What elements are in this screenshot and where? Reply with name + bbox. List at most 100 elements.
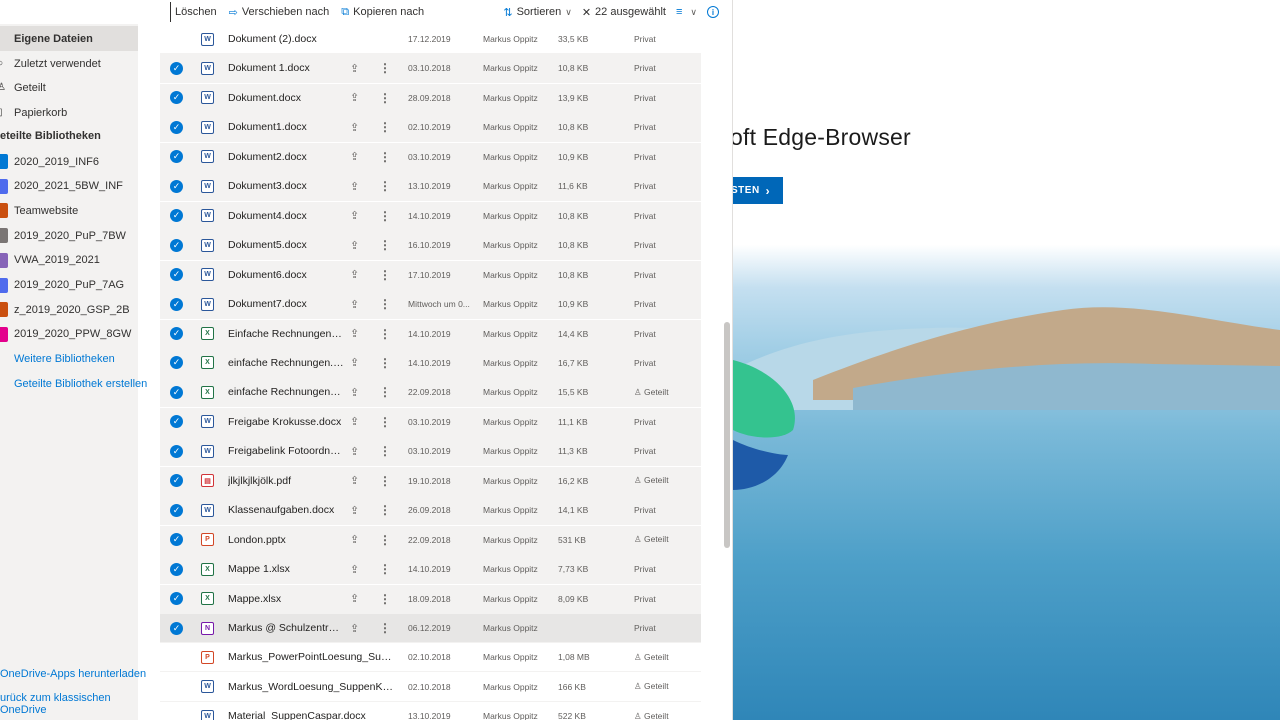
more-options-icon[interactable]: ⋮ <box>379 592 391 606</box>
checkmark-icon[interactable]: ✓ <box>170 621 183 635</box>
file-name[interactable]: Dokument6.docx <box>228 269 344 281</box>
more-options-icon[interactable]: ⋮ <box>379 268 391 282</box>
share-icon[interactable]: ⇪ <box>350 504 359 517</box>
checkmark-icon[interactable]: ✓ <box>170 327 183 340</box>
checkmark-icon[interactable]: ✓ <box>170 61 183 75</box>
checkmark-icon[interactable]: ✓ <box>170 179 183 193</box>
file-row[interactable]: ✓ W Freigabe Krokusse.docx ⇪ ⋮ 03.10.2019 Mark… <box>160 407 701 437</box>
sidebar-library-item[interactable]: 2020_2021_5BW_INF <box>0 174 138 199</box>
sidebar-library-item[interactable]: 2019_2020_PuP_7BW <box>0 223 138 248</box>
file-row[interactable]: ✓ W Dokument3.docx ⇪ ⋮ 13.10.2019 Markus Oppit… <box>160 172 701 202</box>
edge-cta-button[interactable]: STEN › <box>733 177 783 204</box>
checkmark-icon[interactable]: ✓ <box>170 415 183 429</box>
checkmark-icon[interactable]: ✓ <box>170 120 183 134</box>
sidebar-item-shared[interactable]: ♙ Geteilt <box>0 75 138 100</box>
file-name[interactable]: Freigabelink Fotoordner.... <box>228 445 344 457</box>
more-options-icon[interactable]: ⋮ <box>379 209 391 223</box>
checkmark-icon[interactable]: ✓ <box>170 209 183 223</box>
file-row[interactable]: ✓ X Mappe 1.xlsx ⇪ ⋮ 14.10.2019 Markus Oppitz 7… <box>160 555 701 585</box>
file-name[interactable]: jlkjlkjlkjölk.pdf <box>228 475 344 487</box>
scrollbar[interactable] <box>723 30 730 720</box>
file-row[interactable]: ✓ Xeinfache Rechnungen.xlsx ⇪ ⋮ 14.10.2019 Ma… <box>160 348 701 378</box>
file-row[interactable]: ✓ W Dokument1.docx ⇪ ⋮ 02.10.2019 Markus Oppit… <box>160 113 701 143</box>
file-name[interactable]: Dokument.docx <box>228 92 344 104</box>
share-icon[interactable]: ⇪ <box>350 327 359 340</box>
file-name[interactable]: Markus_PowerPointLoesung_Suppen... <box>228 651 393 663</box>
file-row[interactable]: ✓ W Dokument4.docx ⇪ ⋮ 14.10.2019 Markus Oppit… <box>160 201 701 231</box>
view-options-button[interactable]: ≡ ∨ <box>676 6 697 18</box>
file-row[interactable]: ✓ Xeinfache Rechnungen1.xlsx ⇪ ⋮ 22.09.2018 M… <box>160 378 701 408</box>
checkmark-icon[interactable]: ✓ <box>170 356 183 370</box>
more-options-icon[interactable]: ⋮ <box>379 238 391 252</box>
file-row[interactable]: ✓ W Dokument7.docx ⇪ ⋮ Mittwoch um 0... Markus… <box>160 290 701 320</box>
checkmark-icon[interactable]: ✓ <box>170 503 183 517</box>
file-row[interactable]: ✓ N Markus @ Schulzentrum... ⇪ ⋮ 06.12.2019 Ma… <box>160 614 701 643</box>
sidebar-library-item[interactable]: 2019_2020_PuP_7AG <box>0 273 138 298</box>
file-name[interactable]: London.pptx <box>228 534 344 546</box>
file-name[interactable]: Markus @ Schulzentrum... <box>228 622 344 634</box>
share-icon[interactable]: ⇪ <box>350 622 359 635</box>
move-to-button[interactable]: ⇨ Verschieben nach <box>229 6 330 19</box>
sidebar-library-item[interactable]: VWA_2019_2021 <box>0 248 138 273</box>
file-name[interactable]: Mappe 1.xlsx <box>228 563 344 575</box>
sidebar-library-item[interactable]: 2020_2019_INF6 <box>0 149 138 174</box>
file-name[interactable]: Klassenaufgaben.docx <box>228 504 344 516</box>
file-row[interactable]: ✓ X Einfache Rechnungen 5.x... ⇪ ⋮ 14.10.2019… <box>160 319 701 349</box>
back-to-classic-link[interactable]: urück zum klassischen <box>0 692 111 704</box>
checkmark-icon[interactable]: ✓ <box>170 592 183 606</box>
file-row[interactable]: ✓ W Dokument5.docx ⇪ ⋮ 16.10.2019 Markus Oppit… <box>160 231 701 261</box>
sidebar-item-recycle-bin[interactable]: ▯ Papierkorb <box>0 100 138 125</box>
file-row[interactable]: ✓ P London.pptx ⇪ ⋮ 22.09.2018 Markus Oppitz 53… <box>160 525 701 555</box>
file-row[interactable]: W Markus_WordLoesung_SuppenKaspa... 02.10.… <box>160 673 701 702</box>
share-icon[interactable]: ⇪ <box>350 239 359 252</box>
file-name[interactable]: Dokument5.docx <box>228 239 344 251</box>
checkmark-icon[interactable]: ✓ <box>170 533 183 547</box>
sidebar-item-my-files[interactable]: Eigene Dateien <box>0 26 138 51</box>
share-icon[interactable]: ⇪ <box>350 298 359 311</box>
share-icon[interactable]: ⇪ <box>350 445 359 458</box>
get-apps-link[interactable]: OneDrive-Apps herunterladen <box>0 668 146 680</box>
share-icon[interactable]: ⇪ <box>350 356 359 369</box>
share-icon[interactable]: ⇪ <box>350 386 359 399</box>
file-name[interactable]: Material_SuppenCaspar.docx <box>228 710 393 720</box>
share-icon[interactable]: ⇪ <box>350 209 359 222</box>
checkmark-icon[interactable]: ✓ <box>170 268 183 282</box>
file-row[interactable]: ✓ W Dokument2.docx ⇪ ⋮ 03.10.2019 Markus Oppit… <box>160 142 701 172</box>
more-options-icon[interactable]: ⋮ <box>379 150 391 164</box>
more-options-icon[interactable]: ⋮ <box>379 120 391 134</box>
more-options-icon[interactable]: ⋮ <box>379 356 391 370</box>
share-icon[interactable]: ⇪ <box>350 91 359 104</box>
checkmark-icon[interactable]: ✓ <box>170 297 183 311</box>
file-row[interactable]: ✓ W Dokument6.docx ⇪ ⋮ 17.10.2019 Markus Oppit… <box>160 260 701 290</box>
checkmark-icon[interactable]: ✓ <box>170 444 183 458</box>
back-to-classic-link-2[interactable]: OneDrive <box>0 704 46 716</box>
more-options-icon[interactable]: ⋮ <box>379 503 391 517</box>
share-icon[interactable]: ⇪ <box>350 533 359 546</box>
sort-button[interactable]: ⇅ Sortieren ∨ <box>503 6 571 19</box>
share-icon[interactable]: ⇪ <box>350 415 359 428</box>
more-options-icon[interactable]: ⋮ <box>379 444 391 458</box>
create-library-link[interactable]: Geteilte Bibliothek erstellen <box>14 378 147 390</box>
share-icon[interactable]: ⇪ <box>350 592 359 605</box>
file-name[interactable]: Dokument (2).docx <box>228 33 393 45</box>
checkmark-icon[interactable]: ✓ <box>170 238 183 252</box>
checkmark-icon[interactable]: ✓ <box>170 562 183 576</box>
clear-selection-button[interactable]: ✕ 22 ausgewählt <box>582 6 666 19</box>
share-icon[interactable]: ⇪ <box>350 180 359 193</box>
scrollbar-thumb[interactable] <box>724 322 730 548</box>
sidebar-item-recent[interactable]: ○ Zuletzt verwendet <box>0 51 138 76</box>
more-options-icon[interactable]: ⋮ <box>379 533 391 547</box>
file-name[interactable]: Markus_WordLoesung_SuppenKaspa... <box>228 681 393 693</box>
more-options-icon[interactable]: ⋮ <box>379 91 391 105</box>
file-name[interactable]: Dokument1.docx <box>228 121 344 133</box>
sidebar-library-item[interactable]: Teamwebsite <box>0 198 138 223</box>
more-options-icon[interactable]: ⋮ <box>379 61 391 75</box>
more-options-icon[interactable]: ⋮ <box>379 327 391 341</box>
more-libraries-link[interactable]: Weitere Bibliotheken <box>14 353 115 365</box>
file-name[interactable]: einfache Rechnungen.xlsx <box>228 357 344 369</box>
file-row[interactable]: P Markus_PowerPointLoesung_Suppen... 02.10… <box>160 643 701 673</box>
checkmark-icon[interactable]: ✓ <box>170 385 183 399</box>
file-name[interactable]: Dokument 1.docx <box>228 62 344 74</box>
more-options-icon[interactable]: ⋮ <box>379 621 391 635</box>
checkmark-icon[interactable]: ✓ <box>170 150 183 164</box>
